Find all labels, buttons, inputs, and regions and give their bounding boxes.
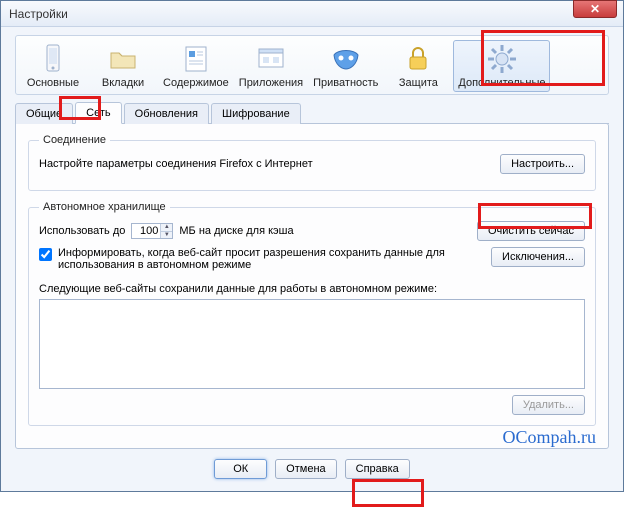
tab-updates[interactable]: Обновления: [124, 103, 209, 124]
cache-spinner[interactable]: ▲▼: [160, 224, 172, 238]
toolbar-label: Основные: [27, 77, 79, 89]
window-icon: [255, 43, 287, 75]
toolbar-apps[interactable]: Приложения: [234, 40, 308, 92]
toolbar-label: Вкладки: [102, 77, 144, 89]
tab-network[interactable]: Сеть: [75, 102, 121, 124]
toolbar-label: Защита: [399, 77, 438, 89]
exceptions-button[interactable]: Исключения...: [491, 247, 585, 267]
folder-icon: [107, 43, 139, 75]
toolbar-label: Содержимое: [163, 77, 229, 89]
toolbar-privacy[interactable]: Приватность: [308, 40, 383, 92]
use-up-to-label: Использовать до: [39, 225, 125, 237]
page-icon: [180, 43, 212, 75]
tab-crypto[interactable]: Шифрование: [211, 103, 301, 124]
connection-group: Соединение Настройте параметры соединени…: [28, 134, 596, 191]
stored-sites-label: Следующие веб-сайты сохранили данные для…: [39, 283, 585, 295]
toolbar-label: Приватность: [313, 77, 378, 89]
stored-sites-listbox[interactable]: [39, 299, 585, 389]
offline-group: Автономное хранилище Использовать до ▲▼ …: [28, 201, 596, 426]
spin-down-icon[interactable]: ▼: [160, 232, 172, 239]
watermark: OCompah.ru: [503, 427, 597, 448]
connection-text: Настройте параметры соединения Firefox с…: [39, 158, 313, 170]
dialog-footer: ОК Отмена Справка: [15, 459, 609, 479]
toolbar-security[interactable]: Защита: [383, 40, 453, 92]
close-button[interactable]: ✕: [573, 0, 617, 18]
configure-button[interactable]: Настроить...: [500, 154, 585, 174]
offline-legend: Автономное хранилище: [39, 201, 170, 213]
help-button[interactable]: Справка: [345, 459, 410, 479]
connection-legend: Соединение: [39, 134, 110, 146]
gear-icon: [486, 43, 518, 75]
category-toolbar: Основные Вкладки Содержимое Приложения П…: [15, 35, 609, 95]
toolbar-general[interactable]: Основные: [18, 40, 88, 92]
close-icon: ✕: [590, 2, 600, 16]
toolbar-advanced[interactable]: Дополнительные: [453, 40, 550, 92]
spin-up-icon[interactable]: ▲: [160, 224, 172, 232]
lock-icon: [402, 43, 434, 75]
mask-icon: [330, 43, 362, 75]
delete-button[interactable]: Удалить...: [512, 395, 585, 415]
window-title: Настройки: [9, 7, 68, 21]
toolbar-label: Дополнительные: [458, 77, 545, 89]
sub-tabs: Общие Сеть Обновления Шифрование: [15, 101, 609, 124]
ok-button[interactable]: ОК: [214, 459, 267, 479]
inform-checkbox[interactable]: [39, 248, 52, 261]
toolbar-content[interactable]: Содержимое: [158, 40, 234, 92]
toolbar-tabs[interactable]: Вкладки: [88, 40, 158, 92]
inform-label: Информировать, когда веб-сайт просит раз…: [58, 247, 483, 271]
cache-unit-label: МБ на диске для кэша: [179, 225, 293, 237]
network-panel: Соединение Настройте параметры соединени…: [15, 123, 609, 449]
cancel-button[interactable]: Отмена: [275, 459, 336, 479]
toolbar-label: Приложения: [239, 77, 303, 89]
clear-now-button[interactable]: Очистить сейчас: [477, 221, 585, 241]
phone-icon: [37, 43, 69, 75]
tab-general[interactable]: Общие: [15, 103, 73, 124]
